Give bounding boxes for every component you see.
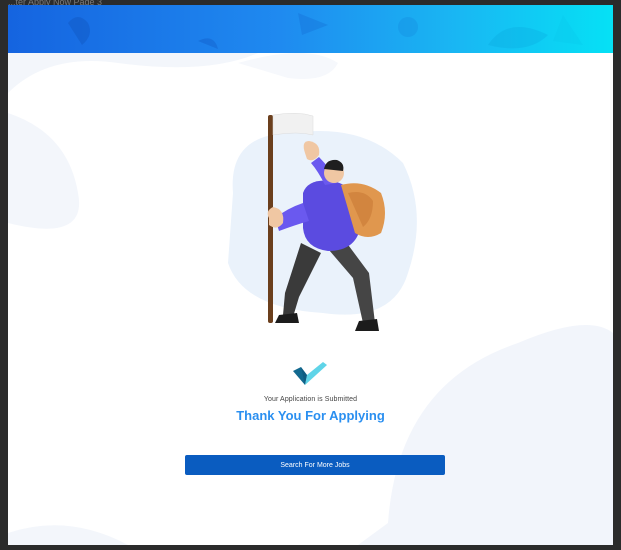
confirmation-title: Thank You For Applying [236,408,385,423]
hiker-with-flag-illustration [228,113,417,331]
search-more-jobs-button[interactable]: Search For More Jobs [185,455,445,475]
confirmation-subtitle: Your Application is Submitted [263,396,358,403]
success-page: Your Application is Submitted Thank You … [8,5,613,545]
banner-pattern [68,13,583,49]
header-banner [8,5,613,53]
checkmark-icon [293,362,327,385]
